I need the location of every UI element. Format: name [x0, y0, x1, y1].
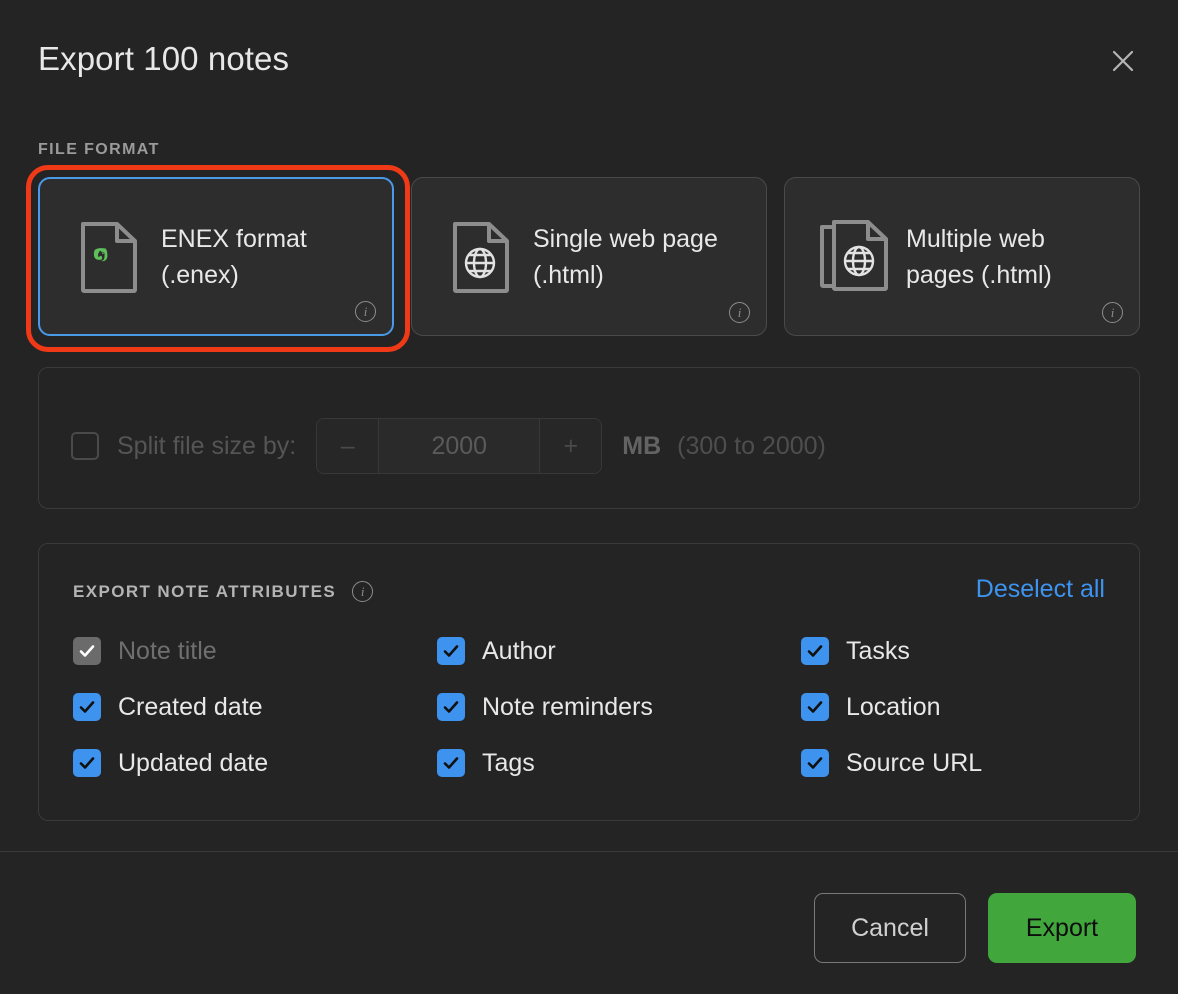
attribute-label: Tags — [482, 748, 535, 777]
checkbox-checked-icon — [73, 637, 101, 665]
checkbox-checked-icon[interactable] — [801, 637, 829, 665]
checkbox-checked-icon[interactable] — [437, 637, 465, 665]
info-icon[interactable]: i — [1102, 302, 1123, 323]
attribute-author[interactable]: Author — [437, 630, 801, 672]
attribute-label: Note reminders — [482, 692, 653, 721]
split-size-stepper: – 2000 + — [316, 418, 603, 474]
attribute-label: Note title — [118, 636, 217, 665]
deselect-all-link[interactable]: Deselect all — [976, 575, 1105, 604]
attribute-label: Updated date — [118, 748, 269, 777]
attribute-label: Location — [846, 692, 941, 721]
attribute-label: Author — [482, 636, 556, 665]
attributes-grid: Note title Author Tasks Created date Not… — [73, 630, 1105, 784]
export-button[interactable]: Export — [988, 893, 1136, 963]
split-size-input[interactable]: 2000 — [379, 419, 540, 473]
dialog-header: Export 100 notes — [0, 0, 1178, 118]
checkbox-checked-icon[interactable] — [801, 693, 829, 721]
web-document-icon — [445, 221, 517, 293]
attribute-label: Tasks — [846, 636, 910, 665]
split-file-size-panel: Split file size by: – 2000 + MB (300 to … — [38, 367, 1140, 509]
split-file-size-label: Split file size by: — [117, 431, 297, 460]
format-option-label: Multiple web pages (.html) — [906, 224, 1052, 289]
checkbox-checked-icon[interactable] — [73, 749, 101, 777]
checkbox-checked-icon[interactable] — [437, 693, 465, 721]
attribute-tags[interactable]: Tags — [437, 742, 801, 784]
info-icon[interactable]: i — [352, 581, 374, 602]
cancel-button[interactable]: Cancel — [814, 893, 966, 963]
checkbox-checked-icon[interactable] — [801, 749, 829, 777]
dialog-footer: Cancel Export — [0, 852, 1178, 994]
evernote-document-icon — [73, 221, 145, 293]
attribute-source-url[interactable]: Source URL — [801, 742, 1105, 784]
split-size-range-hint: (300 to 2000) — [677, 431, 826, 460]
split-size-unit: MB — [622, 431, 662, 460]
attributes-title: EXPORT NOTE ATTRIBUTES — [73, 581, 337, 601]
attribute-label: Created date — [118, 692, 263, 721]
info-icon[interactable]: i — [355, 301, 376, 322]
format-option-label: Single web page (.html) — [533, 224, 718, 289]
close-icon — [1110, 48, 1136, 74]
checkbox-checked-icon[interactable] — [73, 693, 101, 721]
decrement-button[interactable]: – — [317, 419, 380, 473]
export-dialog: Export 100 notes FILE FORMAT ENEX format… — [0, 0, 1178, 994]
page-title: Export 100 notes — [38, 40, 290, 77]
attribute-tasks[interactable]: Tasks — [801, 630, 1105, 672]
attribute-location[interactable]: Location — [801, 686, 1105, 728]
attribute-updated-date[interactable]: Updated date — [73, 742, 437, 784]
increment-button[interactable]: + — [539, 419, 602, 473]
checkbox-checked-icon[interactable] — [437, 749, 465, 777]
attribute-note-title: Note title — [73, 630, 437, 672]
info-icon[interactable]: i — [729, 302, 750, 323]
format-option-single-web-page[interactable]: Single web page (.html) i — [411, 177, 767, 336]
file-format-label: FILE FORMAT — [38, 141, 160, 158]
close-button[interactable] — [1106, 44, 1140, 78]
attribute-label: Source URL — [846, 748, 983, 777]
file-format-options: ENEX format (.enex) i Single web page (.… — [26, 165, 1140, 352]
format-option-label: ENEX format (.enex) — [161, 224, 307, 289]
multiple-web-documents-icon — [818, 219, 890, 295]
format-option-multiple-web-pages[interactable]: Multiple web pages (.html) i — [784, 177, 1140, 336]
format-option-enex[interactable]: ENEX format (.enex) i — [26, 165, 410, 352]
attribute-note-reminders[interactable]: Note reminders — [437, 686, 801, 728]
export-note-attributes-panel: EXPORT NOTE ATTRIBUTES i Deselect all No… — [38, 543, 1140, 821]
split-file-size-checkbox[interactable] — [71, 432, 99, 460]
attribute-created-date[interactable]: Created date — [73, 686, 437, 728]
